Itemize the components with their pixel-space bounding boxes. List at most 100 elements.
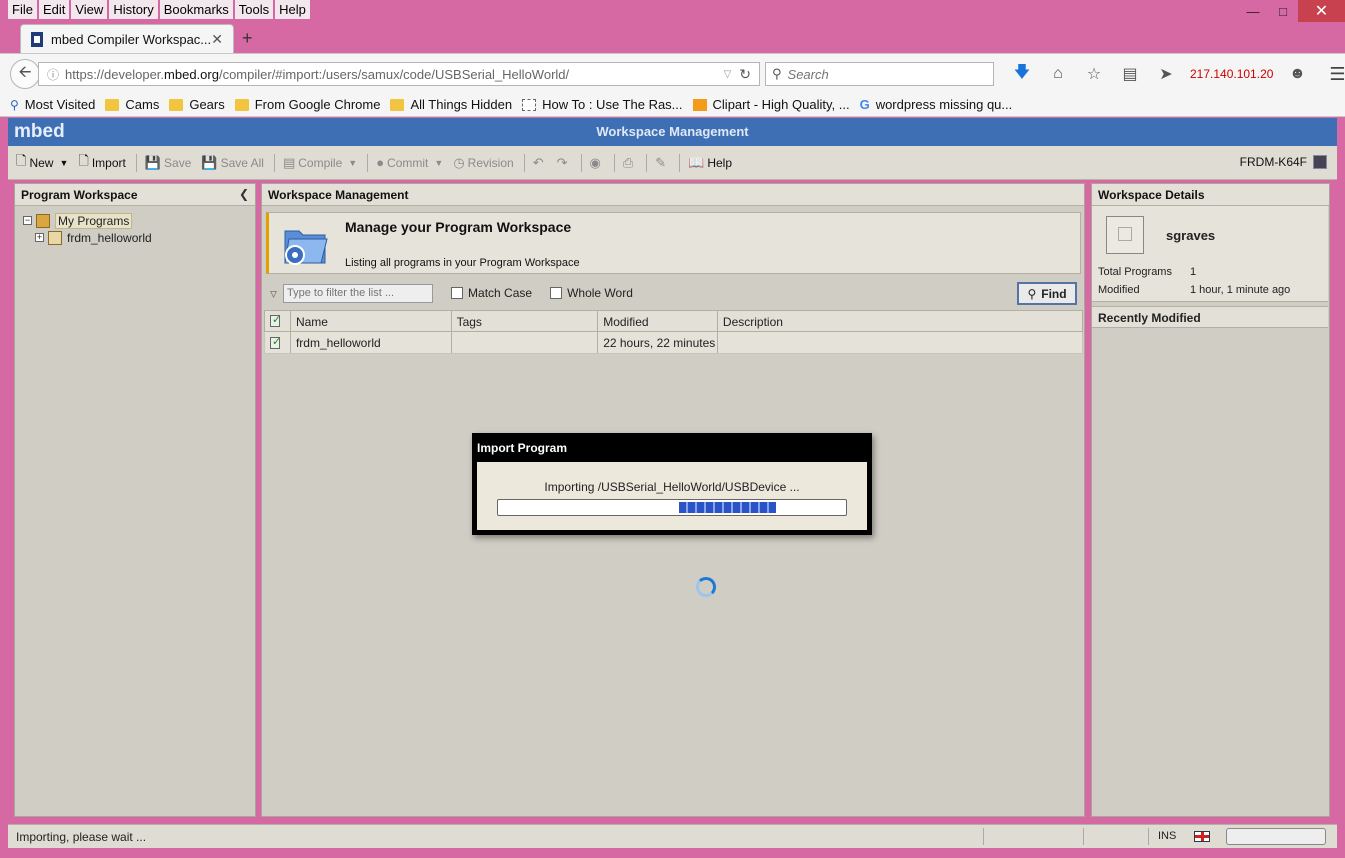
redo-button[interactable]: ↷ — [557, 155, 571, 171]
folder-icon — [390, 98, 405, 111]
toolbar-divider — [646, 153, 648, 172]
menu-file[interactable]: File — [8, 0, 37, 19]
browser-tab[interactable]: mbed Compiler Workspac... ✕ — [20, 24, 234, 54]
menu-bookmarks[interactable]: Bookmarks — [159, 0, 233, 19]
import-icon: 🗋 — [78, 152, 89, 168]
tree-item-label[interactable]: frdm_helloworld — [67, 231, 152, 245]
device-selector[interactable]: FRDM-K64F — [1240, 155, 1327, 169]
ip-address[interactable]: 217.140.101.20 — [1190, 67, 1273, 81]
menu-edit[interactable]: Edit — [38, 0, 70, 19]
menu-help[interactable]: Help — [275, 0, 310, 19]
collapse-tree-icon[interactable]: − — [23, 216, 32, 225]
maximize-icon[interactable]: □ — [1268, 0, 1298, 22]
menu-history[interactable]: History — [109, 0, 158, 19]
program-tree: − My Programs + frdm_helloworld — [15, 206, 255, 252]
menu-tools[interactable]: Tools — [234, 0, 274, 19]
bookmark-how-to[interactable]: How To : Use The Ras... — [522, 97, 683, 112]
new-button[interactable]: 🗋 New ▼ — [16, 152, 68, 174]
select-all-cell[interactable] — [265, 311, 291, 331]
find-button[interactable]: ⚲ Find — [1017, 282, 1077, 305]
send-icon[interactable]: ➤ — [1148, 64, 1184, 84]
whole-word-option[interactable]: Whole Word — [550, 286, 633, 300]
filter-icon: ▿ — [270, 284, 278, 301]
username: sgraves — [1166, 228, 1216, 243]
wand-button[interactable]: ✎ — [655, 155, 669, 171]
save-all-button[interactable]: 💾 Save All — [201, 155, 264, 171]
row-select-cell[interactable] — [265, 332, 291, 353]
mbed-favicon-icon — [31, 32, 43, 47]
match-case-checkbox[interactable] — [451, 287, 464, 299]
column-modified[interactable]: Modified — [598, 311, 718, 331]
import-button[interactable]: 🗋 Import — [78, 152, 125, 174]
table-row[interactable]: frdm_helloworld 22 hours, 22 minutes ag — [264, 332, 1083, 354]
chevron-down-icon[interactable]: ▼ — [434, 158, 443, 168]
programs-table: Name Tags Modified Description frdm_hell… — [264, 310, 1083, 354]
site-info-icon[interactable]: ⓘ — [47, 66, 59, 83]
chevron-down-icon[interactable]: ▼ — [59, 158, 68, 168]
home-icon[interactable]: ⌂ — [1040, 65, 1076, 83]
menu-view[interactable]: View — [71, 0, 108, 19]
hamburger-menu-icon[interactable]: ☰ — [1329, 64, 1345, 85]
search-bar[interactable]: ⚲ — [765, 62, 994, 86]
uk-flag-icon[interactable] — [1194, 831, 1210, 842]
row-name[interactable]: frdm_helloworld — [291, 332, 452, 353]
minimize-icon[interactable]: — — [1238, 0, 1268, 22]
reading-list-icon[interactable]: ▤ — [1112, 64, 1148, 84]
collapse-left-icon[interactable]: ❮ — [239, 187, 249, 201]
most-visited-icon: ⚲ — [10, 97, 19, 112]
select-all-checkbox[interactable] — [270, 313, 281, 327]
url-dropdown-icon[interactable]: ▽ — [724, 69, 732, 80]
url-text: https://developer.mbed.org/compiler/#imp… — [65, 66, 570, 82]
app-title: Workspace Management — [596, 124, 749, 139]
menu-bar: File Edit View History Bookmarks Tools H… — [8, 0, 312, 20]
close-window-icon[interactable]: ✕ — [1298, 0, 1345, 22]
row-checkbox[interactable] — [270, 335, 281, 349]
bookmark-most-visited[interactable]: ⚲ Most Visited — [10, 97, 95, 112]
toolbar-divider — [367, 153, 369, 172]
filter-input[interactable] — [283, 283, 434, 303]
revision-button[interactable]: ◷ Revision — [453, 155, 513, 171]
search-input[interactable] — [787, 66, 978, 82]
column-tags[interactable]: Tags — [452, 311, 599, 331]
whole-word-checkbox[interactable] — [550, 287, 563, 299]
help-button[interactable]: 📖 Help — [688, 155, 732, 171]
recently-modified-header: Recently Modified — [1092, 306, 1328, 328]
tree-root-label[interactable]: My Programs — [55, 212, 133, 229]
reload-icon[interactable]: ↻ — [739, 66, 751, 83]
smiley-icon[interactable]: ☻ — [1279, 65, 1315, 83]
compile-button[interactable]: ▤ Compile ▼ — [283, 155, 357, 171]
new-tab-icon[interactable]: + — [242, 28, 253, 49]
scissors-icon — [692, 98, 707, 111]
bookmark-cams[interactable]: Cams — [105, 97, 159, 112]
download-icon[interactable]: 🡇 — [1004, 61, 1040, 88]
clock-icon: ◷ — [453, 154, 465, 170]
tree-root[interactable]: − My Programs — [23, 212, 247, 229]
tab-close-icon[interactable]: ✕ — [211, 31, 223, 48]
bookmark-from-google-chrome[interactable]: From Google Chrome — [234, 97, 380, 112]
column-description[interactable]: Description — [718, 311, 1082, 331]
print-button[interactable]: ⎙ — [623, 155, 636, 171]
status-divider — [1148, 828, 1149, 845]
commit-button[interactable]: ● Commit ▼ — [376, 155, 443, 170]
save-button[interactable]: 💾 Save — [145, 155, 192, 171]
bookmark-wordpress[interactable]: Gwordpress missing qu... — [860, 97, 1013, 112]
find-binoculars-button[interactable]: ◉ — [590, 155, 604, 171]
bookmark-gears[interactable]: Gears — [169, 97, 225, 112]
match-case-option[interactable]: Match Case — [451, 286, 532, 300]
program-workspace-header: Program Workspace ❮ — [15, 184, 255, 206]
expand-tree-icon[interactable]: + — [35, 233, 44, 242]
board-icon — [1313, 155, 1327, 169]
undo-button[interactable]: ↶ — [533, 155, 547, 171]
undo-icon: ↶ — [532, 154, 544, 170]
url-bar[interactable]: ⓘ https://developer.mbed.org/compiler/#i… — [38, 62, 760, 86]
bookmark-all-things-hidden[interactable]: All Things Hidden — [390, 97, 512, 112]
binoculars-icon: ◉ — [589, 154, 601, 170]
back-arrow-icon[interactable]: 🡨 — [10, 59, 40, 89]
bookmark-star-icon[interactable]: ☆ — [1076, 64, 1112, 84]
chevron-down-icon[interactable]: ▼ — [348, 158, 357, 168]
bookmark-clipart[interactable]: Clipart - High Quality, ... — [692, 97, 850, 112]
tree-item-frdm-helloworld[interactable]: + frdm_helloworld — [23, 229, 247, 246]
total-programs-row: Total Programs 1 — [1098, 266, 1197, 278]
dialog-body: Importing /USBSerial_HelloWorld/USBDevic… — [477, 462, 867, 530]
column-name[interactable]: Name — [291, 311, 452, 331]
